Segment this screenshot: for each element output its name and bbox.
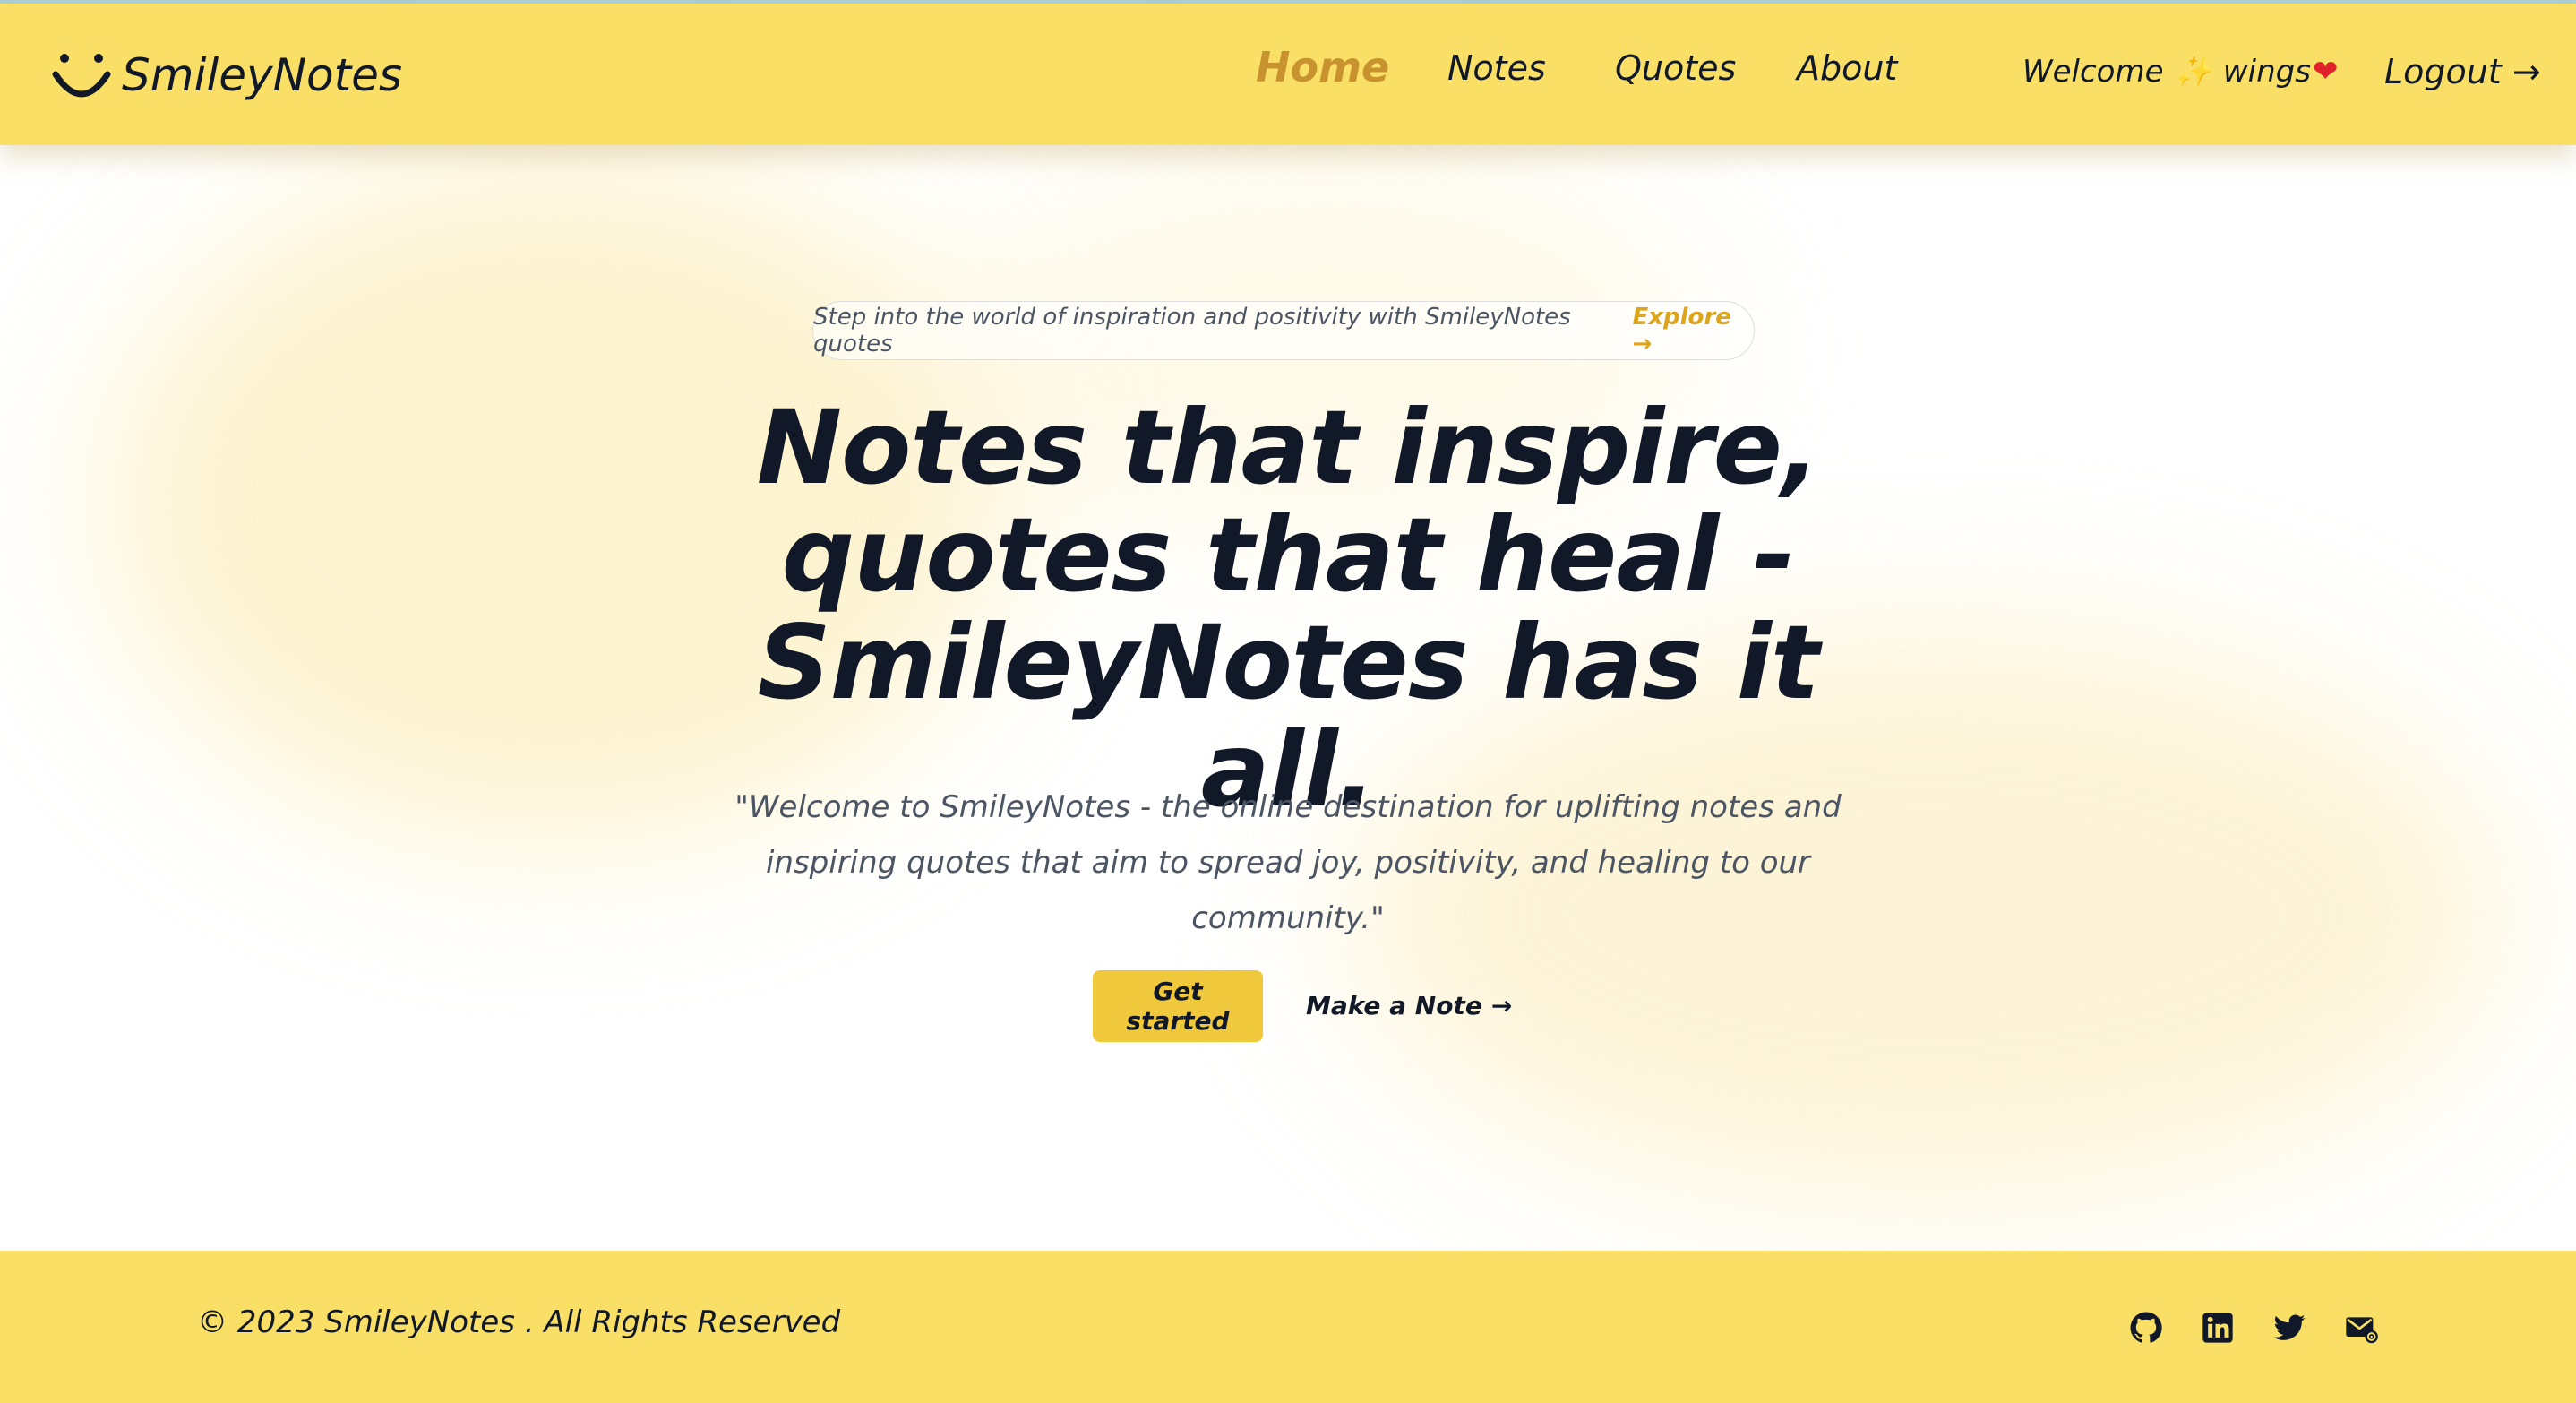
announcement-banner: Step into the world of inspiration and p…: [812, 301, 1755, 360]
nav-link-notes[interactable]: Notes: [1447, 48, 1546, 88]
arrow-right-icon: →: [1632, 331, 1653, 357]
nav-link-about[interactable]: About: [1797, 48, 1897, 88]
navbar: SmileyNotes Home Notes Quotes About Welc…: [0, 4, 2576, 145]
nav-link-home[interactable]: Home: [1256, 43, 1389, 91]
user-greeting: Welcome ✨ wings ❤: [2022, 54, 2338, 90]
sparkles-icon: ✨: [2174, 54, 2212, 90]
logout-button[interactable]: Logout →: [2384, 52, 2541, 91]
welcome-label: Welcome: [2022, 54, 2164, 90]
username: wings: [2222, 54, 2311, 90]
twitter-icon[interactable]: [2271, 1310, 2307, 1346]
explore-link[interactable]: Explore →: [1632, 304, 1754, 357]
announcement-text: Step into the world of inspiration and p…: [813, 304, 1571, 357]
arrow-right-icon: →: [1490, 990, 1513, 1020]
arrow-right-icon: →: [2512, 52, 2541, 91]
nav-link-quotes[interactable]: Quotes: [1615, 48, 1736, 88]
hero-title: Notes that inspire, quotes that heal - S…: [756, 388, 1820, 830]
logout-label: Logout: [2384, 52, 2502, 91]
mail-icon[interactable]: [2343, 1310, 2379, 1346]
make-note-label: Make a Note: [1306, 990, 1482, 1020]
github-icon[interactable]: [2128, 1310, 2164, 1346]
heart-icon: ❤: [2312, 54, 2339, 90]
explore-label: Explore: [1632, 304, 1731, 331]
hero-subtitle: "Welcome to SmileyNotes - the online des…: [734, 789, 1842, 936]
get-started-button[interactable]: Get started: [1093, 970, 1263, 1042]
make-note-link[interactable]: Make a Note →: [1306, 986, 1512, 1025]
linkedin-icon[interactable]: [2200, 1310, 2236, 1346]
copyright-text: © 2023 SmileyNotes . All Rights Reserved: [197, 1304, 841, 1340]
footer: © 2023 SmileyNotes . All Rights Reserved: [0, 1251, 2576, 1403]
